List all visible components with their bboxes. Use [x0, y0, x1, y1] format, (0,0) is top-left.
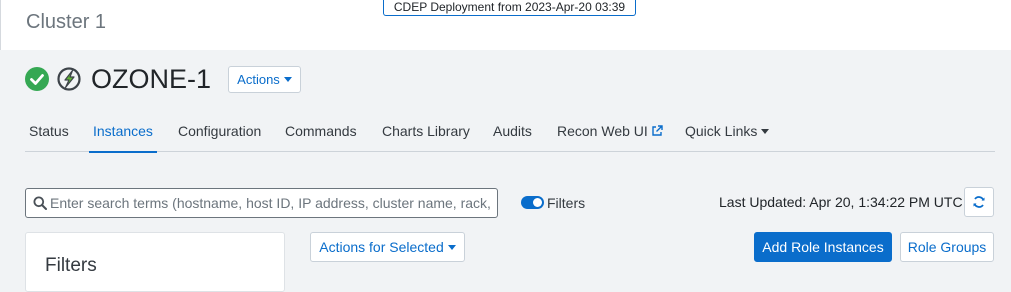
- tab-audits[interactable]: Audits: [489, 114, 536, 151]
- filters-heading: Filters: [45, 255, 97, 276]
- tab-status[interactable]: Status: [25, 114, 73, 151]
- actions-for-selected-label: Actions for Selected: [319, 239, 444, 255]
- last-updated-text: Last Updated: Apr 20, 1:34:22 PM UTC: [719, 194, 963, 210]
- service-name: OZONE-1: [91, 64, 212, 94]
- actions-dropdown-button[interactable]: Actions: [228, 66, 301, 93]
- add-role-instances-button[interactable]: Add Role Instances: [754, 232, 892, 262]
- add-role-instances-label: Add Role Instances: [762, 239, 884, 255]
- tab-charts-library[interactable]: Charts Library: [378, 114, 474, 151]
- cluster-title[interactable]: Cluster 1: [26, 11, 106, 34]
- filters-toggle[interactable]: [521, 196, 544, 209]
- tab-label: Quick Links: [685, 123, 758, 139]
- filters-panel: Filters: [25, 232, 285, 292]
- role-groups-button[interactable]: Role Groups: [900, 232, 994, 262]
- check-circle-icon: [25, 67, 49, 91]
- tab-label: Recon Web UI: [557, 123, 648, 139]
- caret-down-icon: [283, 77, 292, 82]
- tab-label: Audits: [493, 123, 532, 139]
- caret-down-icon: [761, 129, 770, 134]
- role-groups-label: Role Groups: [907, 239, 987, 255]
- caret-down-icon: [447, 245, 456, 250]
- tab-commands[interactable]: Commands: [281, 114, 361, 151]
- tab-label: Instances: [93, 123, 153, 139]
- tab-label: Status: [29, 123, 69, 139]
- tab-label: Commands: [285, 123, 357, 139]
- service-tabs: Status Instances Configuration Commands …: [25, 114, 995, 153]
- tab-label: Configuration: [178, 123, 262, 139]
- external-link-icon: [651, 115, 663, 136]
- refresh-button[interactable]: [964, 187, 994, 217]
- tab-instances[interactable]: Instances: [89, 114, 157, 153]
- actions-label: Actions: [237, 72, 280, 87]
- tab-quick-links[interactable]: Quick Links: [681, 114, 773, 151]
- deployment-banner[interactable]: CDEP Deployment from 2023-Apr-20 03:39: [383, 0, 636, 16]
- ozone-icon: [57, 67, 81, 91]
- search-icon: [33, 196, 47, 210]
- actions-for-selected-button[interactable]: Actions for Selected: [310, 232, 465, 262]
- search-box: [25, 188, 498, 218]
- tab-recon-web-ui[interactable]: Recon Web UI: [553, 114, 667, 151]
- filters-toggle-label: Filters: [547, 195, 586, 211]
- tab-label: Charts Library: [382, 123, 470, 139]
- refresh-icon: [972, 195, 986, 209]
- tab-configuration[interactable]: Configuration: [174, 114, 265, 151]
- search-input[interactable]: [50, 189, 496, 217]
